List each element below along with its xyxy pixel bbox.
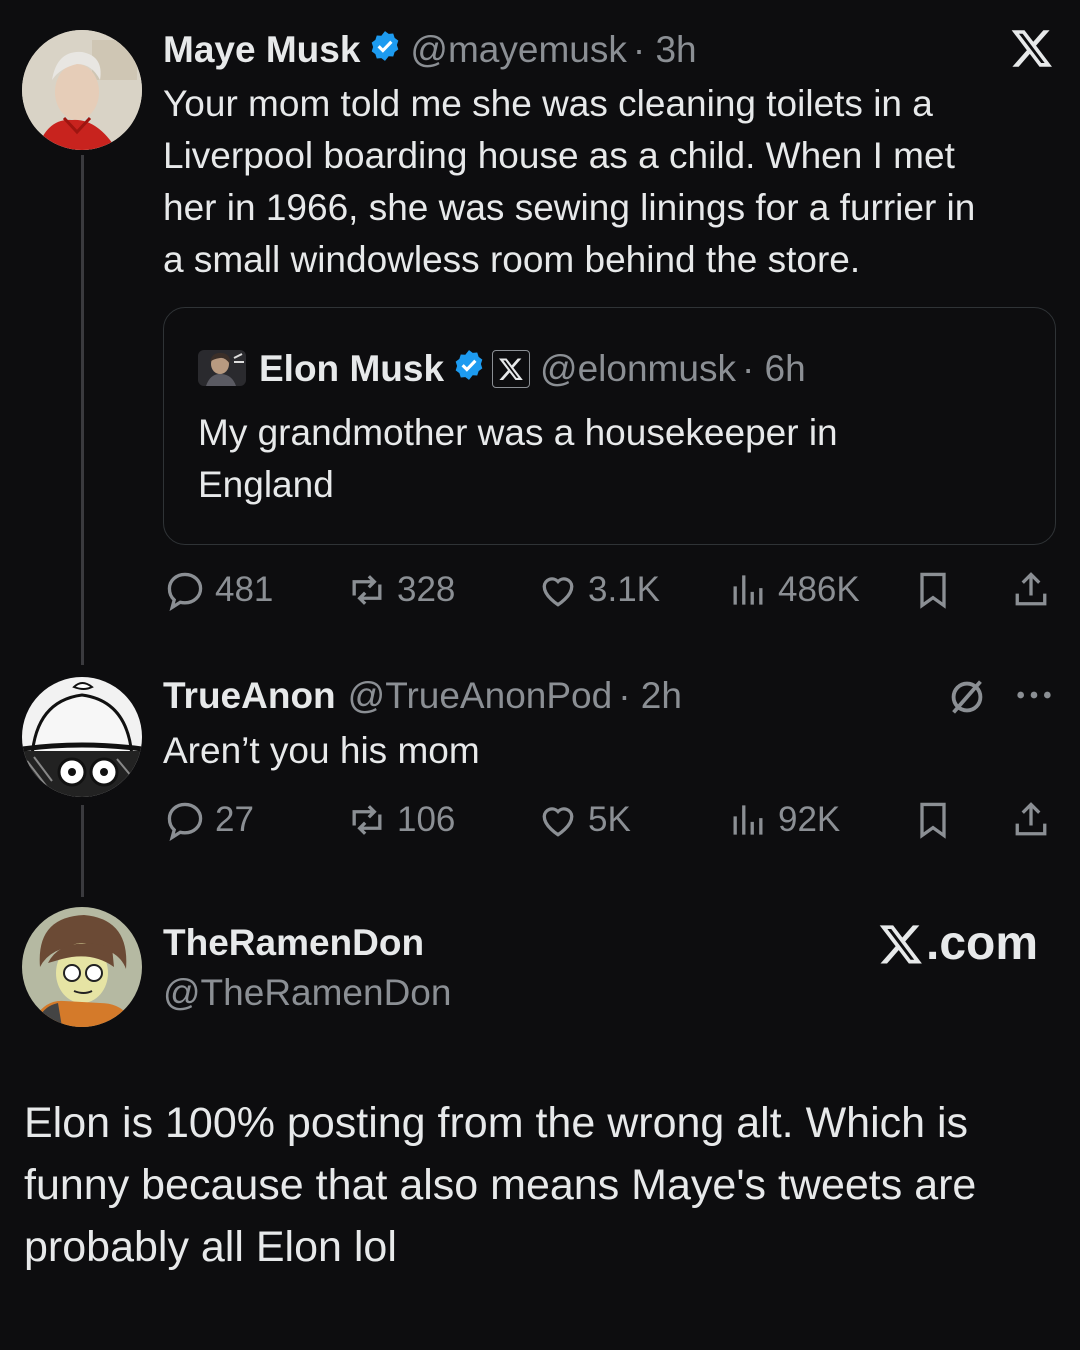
like-icon — [542, 577, 574, 607]
author-name[interactable]: TheRamenDon — [163, 922, 424, 964]
reply-icon — [167, 802, 203, 842]
like-button[interactable]: 5K — [536, 795, 631, 845]
views-button[interactable]: 92K — [726, 795, 840, 845]
bookmark-icon — [920, 572, 946, 609]
reply-icon — [167, 572, 203, 612]
repost-button[interactable]: 328 — [345, 565, 455, 615]
quote-text-line: England — [198, 464, 334, 505]
verified-badge-icon — [452, 348, 486, 391]
views-icon — [733, 805, 763, 835]
site-label: .com — [926, 917, 1039, 970]
tweet2-header: TrueAnon @TrueAnonPod · 2h — [163, 673, 682, 719]
tweet-time[interactable]: · 3h — [633, 29, 697, 71]
reply-button[interactable]: 27 — [163, 795, 254, 845]
tweet1-text: Your mom told me she was cleaning toilet… — [163, 78, 1063, 286]
tweet-text-line: funny because that also means Maye's twe… — [24, 1161, 977, 1209]
tweet1-header: Maye Musk @mayemusk · 3h — [163, 27, 697, 73]
tweet-text-line: Your mom told me she was cleaning toilet… — [163, 83, 933, 124]
repost-icon — [352, 575, 382, 605]
views-count: 486K — [778, 570, 860, 609]
repost-button[interactable]: 106 — [345, 795, 455, 845]
verified-badge-icon — [368, 29, 402, 72]
avatar-theramendon[interactable] — [22, 907, 142, 1027]
more-icon[interactable] — [1014, 680, 1054, 715]
tweet-text-line: Elon is 100% posting from the wrong alt.… — [24, 1099, 969, 1147]
reply-count: 481 — [215, 570, 274, 609]
thread-line-2 — [81, 805, 84, 897]
quote-text: My grandmother was a housekeeper in Engl… — [198, 407, 1038, 511]
repost-count: 106 — [397, 800, 456, 839]
author-name[interactable]: TrueAnon — [163, 675, 336, 717]
bookmark-button[interactable] — [911, 565, 955, 615]
x-logo-icon — [879, 924, 922, 964]
x-logo-icon — [1010, 26, 1054, 75]
share-icon — [1015, 572, 1047, 606]
x-com-watermark: .com — [878, 916, 1038, 971]
tweet3-name: TheRamenDon — [163, 920, 424, 966]
share-icon — [1015, 802, 1047, 836]
reply-count: 27 — [215, 800, 254, 839]
thread-line-1 — [81, 155, 84, 665]
tweet3-handle-row: @TheRamenDon — [163, 970, 451, 1016]
avatar-elonmusk[interactable] — [198, 350, 246, 386]
like-button[interactable]: 3.1K — [536, 565, 660, 615]
bookmark-button[interactable] — [911, 795, 955, 845]
grok-icon[interactable] — [944, 674, 990, 725]
tweet2-text: Aren’t you his mom — [163, 730, 480, 771]
tweet-time[interactable]: · 2h — [618, 675, 682, 717]
like-count: 5K — [588, 800, 631, 839]
tweet-text-line: Liverpool boarding house as a child. Whe… — [163, 135, 955, 176]
tweet-text-line: probably all Elon lol — [24, 1223, 397, 1271]
avatar-trueanon[interactable] — [22, 677, 142, 797]
tweet-text-line: a small windowless room behind the store… — [163, 239, 861, 280]
avatar-mayemusk[interactable] — [22, 30, 142, 150]
quote-header: Elon Musk @elonmusk · 6h — [259, 346, 806, 392]
views-icon — [733, 575, 763, 605]
views-count: 92K — [778, 800, 841, 839]
quote-author-name[interactable]: Elon Musk — [259, 348, 444, 390]
like-icon — [542, 807, 574, 837]
quote-author-handle[interactable]: @elonmusk — [540, 348, 736, 390]
like-count: 3.1K — [588, 570, 660, 609]
tweet2-actions: 27 106 5K 92K — [163, 795, 1053, 845]
repost-icon — [352, 805, 382, 835]
quote-time[interactable]: · 6h — [742, 348, 806, 390]
author-name[interactable]: Maye Musk — [163, 29, 360, 71]
repost-count: 328 — [397, 570, 456, 609]
x-affiliate-badge-icon — [492, 350, 531, 388]
share-button[interactable] — [1009, 565, 1053, 615]
bookmark-icon — [920, 802, 946, 839]
author-handle[interactable]: @TheRamenDon — [163, 972, 451, 1014]
author-handle[interactable]: @TrueAnonPod — [348, 675, 613, 717]
author-handle[interactable]: @mayemusk — [410, 29, 626, 71]
views-button[interactable]: 486K — [726, 565, 860, 615]
share-button[interactable] — [1009, 795, 1053, 845]
tweet-text-line: her in 1966, she was sewing linings for … — [163, 187, 976, 228]
tweet3-text: Elon is 100% posting from the wrong alt.… — [24, 1092, 1054, 1278]
quote-text-line: My grandmother was a housekeeper in — [198, 412, 838, 453]
tweet1-actions: 481 328 3.1K 486K — [163, 565, 1053, 615]
reply-button[interactable]: 481 — [163, 565, 273, 615]
